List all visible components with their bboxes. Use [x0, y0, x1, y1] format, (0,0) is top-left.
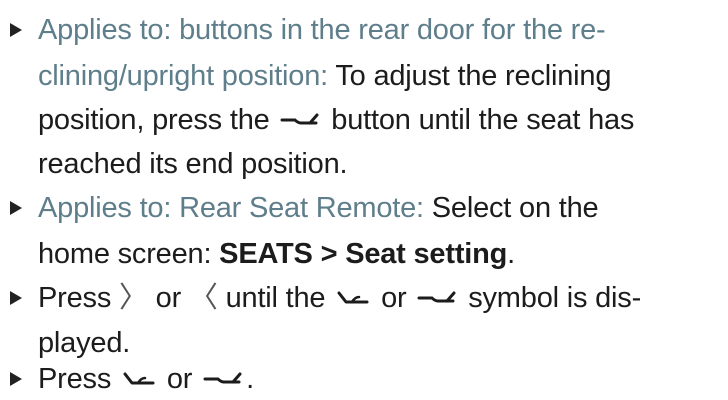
- instruction-text: until the: [225, 282, 326, 314]
- seat-recline-icon: [280, 110, 320, 132]
- instruction-text: Select on the: [431, 192, 599, 224]
- menu-separator: >: [320, 238, 338, 270]
- period: .: [246, 363, 254, 395]
- bullet-icon: [10, 372, 22, 386]
- bullet-icon: [10, 201, 22, 215]
- applies-to-label: Applies to: Rear Seat Remote:: [38, 192, 424, 224]
- period: .: [507, 238, 516, 270]
- item-1-line-4: reached its end position.: [38, 146, 348, 182]
- seat-upright-icon: [122, 369, 156, 391]
- item-2-line-2: home screen: SEATS > Seat setting.: [38, 236, 515, 272]
- instruction-text: To adjust the reclining: [335, 60, 612, 92]
- bullet-icon: [10, 291, 22, 305]
- item-4-line-1: Press or .: [38, 361, 254, 397]
- chevron-right-icon: 〉: [119, 282, 148, 314]
- instruction-text: reached its end position.: [38, 148, 348, 180]
- menu-seat-setting: Seat setting: [345, 238, 508, 270]
- instruction-text: or: [166, 363, 193, 395]
- applies-to-label: Applies to: buttons in the rear door for…: [38, 14, 606, 46]
- instruction-text: button until the seat has: [331, 104, 635, 136]
- menu-seats: SEATS: [219, 238, 313, 270]
- instruction-text: or: [155, 282, 182, 314]
- instruction-text: played.: [38, 327, 131, 359]
- bullet-icon: [10, 23, 22, 37]
- item-1-line-1: Applies to: buttons in the rear door for…: [38, 12, 606, 48]
- instruction-text: or: [381, 282, 407, 314]
- item-3-line-2: played.: [38, 325, 130, 361]
- seat-recline-icon: [203, 369, 243, 391]
- instruction-text: position, press the: [38, 104, 270, 136]
- instruction-text: symbol is dis-: [468, 282, 642, 314]
- item-1-line-2: clining/upright position: To adjust the …: [38, 58, 611, 94]
- item-3-line-1: Press 〉 or 〈 until the or symbol is dis-: [38, 280, 641, 316]
- applies-to-label: clining/upright position:: [38, 60, 329, 92]
- seat-recline-icon: [417, 288, 457, 310]
- manual-excerpt: Applies to: buttons in the rear door for…: [0, 0, 728, 400]
- instruction-text: home screen:: [38, 238, 212, 270]
- item-1-line-3: position, press the button until the sea…: [38, 102, 634, 138]
- seat-upright-icon: [336, 288, 370, 310]
- chevron-left-icon: 〈: [188, 282, 218, 314]
- instruction-text: Press: [38, 363, 112, 395]
- instruction-text: Press: [38, 282, 112, 314]
- item-2-line-1: Applies to: Rear Seat Remote: Select on …: [38, 190, 599, 226]
